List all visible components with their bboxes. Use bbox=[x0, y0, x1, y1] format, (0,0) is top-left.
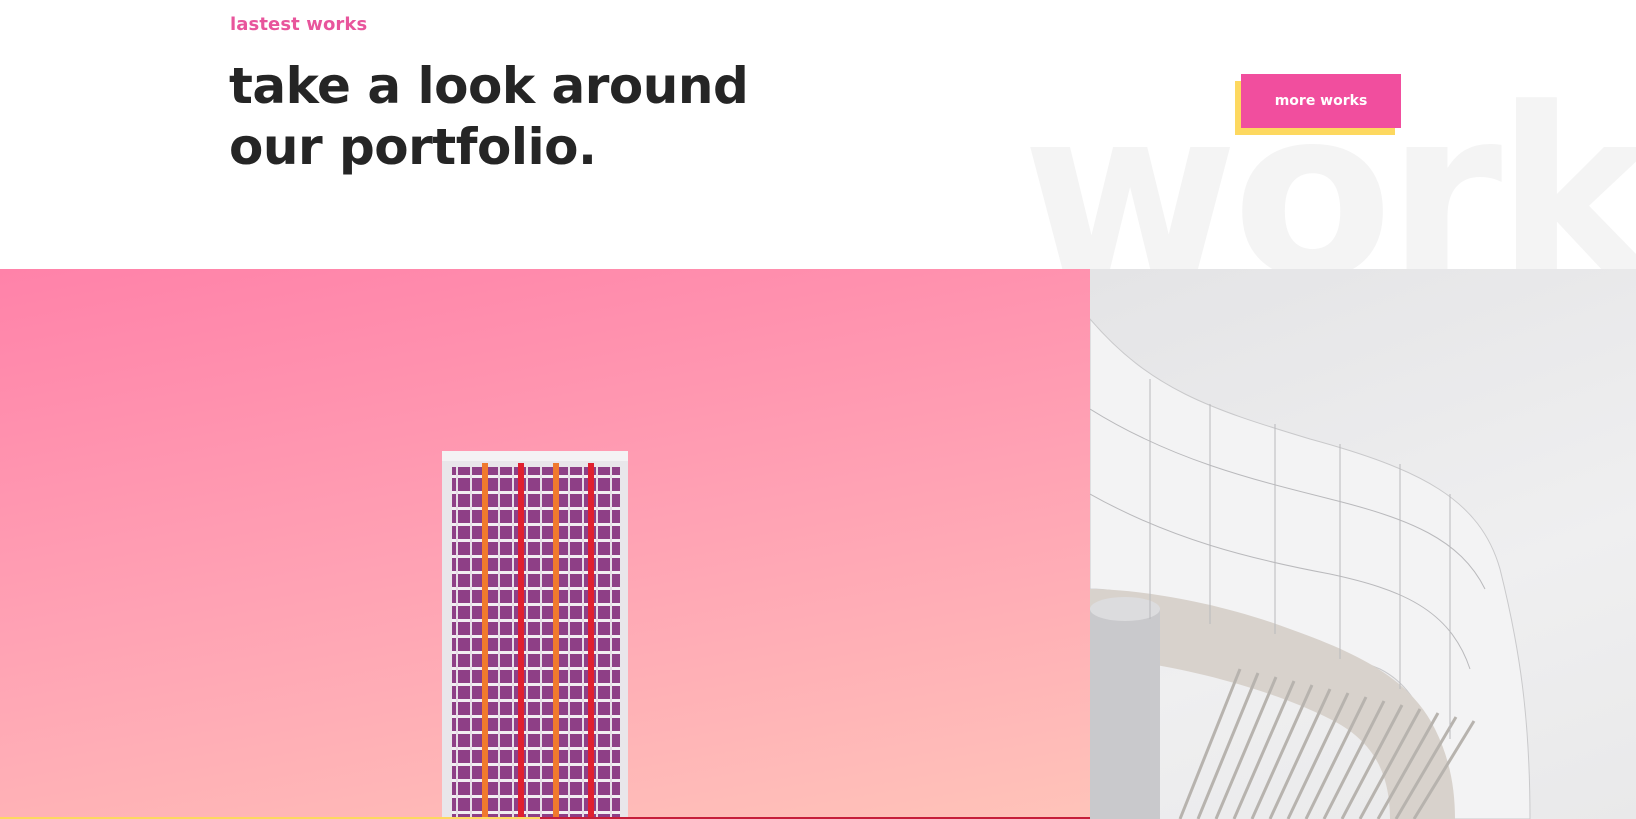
tower-mullion bbox=[456, 467, 458, 819]
tower-mullion bbox=[526, 467, 528, 819]
tower-fin-red bbox=[588, 463, 594, 819]
tower-floor-line bbox=[452, 491, 620, 494]
support-column bbox=[1090, 609, 1160, 819]
tower-floor-line bbox=[452, 667, 620, 670]
tower-floor-line bbox=[452, 475, 620, 478]
tower-floor-line bbox=[452, 731, 620, 734]
pink-tower-photo[interactable] bbox=[0, 269, 1090, 819]
tower-floor-line bbox=[452, 635, 620, 638]
more-works-button[interactable]: more works bbox=[1241, 74, 1401, 128]
tower-floor-line bbox=[452, 603, 620, 606]
tower-roof bbox=[442, 451, 628, 461]
tower-mullion bbox=[498, 467, 500, 819]
tower-glass bbox=[452, 467, 620, 819]
portfolio-header: works lastest works take a look around o… bbox=[0, 0, 1636, 269]
tower-floor-line bbox=[452, 779, 620, 782]
tower-floor-line bbox=[452, 555, 620, 558]
curved-building-illustration bbox=[1090, 318, 1531, 819]
tower-mullion bbox=[512, 467, 514, 819]
tower-mullion bbox=[596, 467, 598, 819]
portfolio-gallery bbox=[0, 269, 1636, 819]
tower-mullion bbox=[568, 467, 570, 819]
tower-fin-orange bbox=[482, 463, 488, 819]
tower-floor-line bbox=[452, 571, 620, 574]
tower-fin-red bbox=[518, 463, 524, 819]
section-headline: take a look around our portfolio. bbox=[229, 56, 749, 178]
tower-floor-line bbox=[452, 587, 620, 590]
tower-floor-line bbox=[452, 699, 620, 702]
tower-floor-line bbox=[452, 795, 620, 798]
section-eyebrow: lastest works bbox=[230, 14, 368, 35]
louver-slat bbox=[1178, 668, 1242, 819]
white-curved-building-photo[interactable] bbox=[1090, 269, 1636, 819]
tower-illustration bbox=[442, 451, 628, 819]
tower-fin-orange bbox=[553, 463, 559, 819]
more-works-button-wrap: more works bbox=[1235, 74, 1401, 136]
headline-line-2: our portfolio. bbox=[229, 118, 597, 176]
tower-floor-line bbox=[452, 683, 620, 686]
louver-slat bbox=[1196, 672, 1260, 819]
tower-floor-line bbox=[452, 811, 620, 814]
tower-floor-line bbox=[452, 539, 620, 542]
tower-floor-line bbox=[452, 763, 620, 766]
tower-floor-line bbox=[452, 507, 620, 510]
tower-mullion bbox=[540, 467, 542, 819]
tower-floor-line bbox=[452, 619, 620, 622]
tower-mullion bbox=[610, 467, 612, 819]
tower-floor-line bbox=[452, 651, 620, 654]
tower-floor-line bbox=[452, 715, 620, 718]
tower-mullion bbox=[470, 467, 472, 819]
tower-mullion bbox=[582, 467, 584, 819]
tower-floor-line bbox=[452, 523, 620, 526]
tower-floor-line bbox=[452, 747, 620, 750]
headline-line-1: take a look around bbox=[229, 57, 749, 115]
